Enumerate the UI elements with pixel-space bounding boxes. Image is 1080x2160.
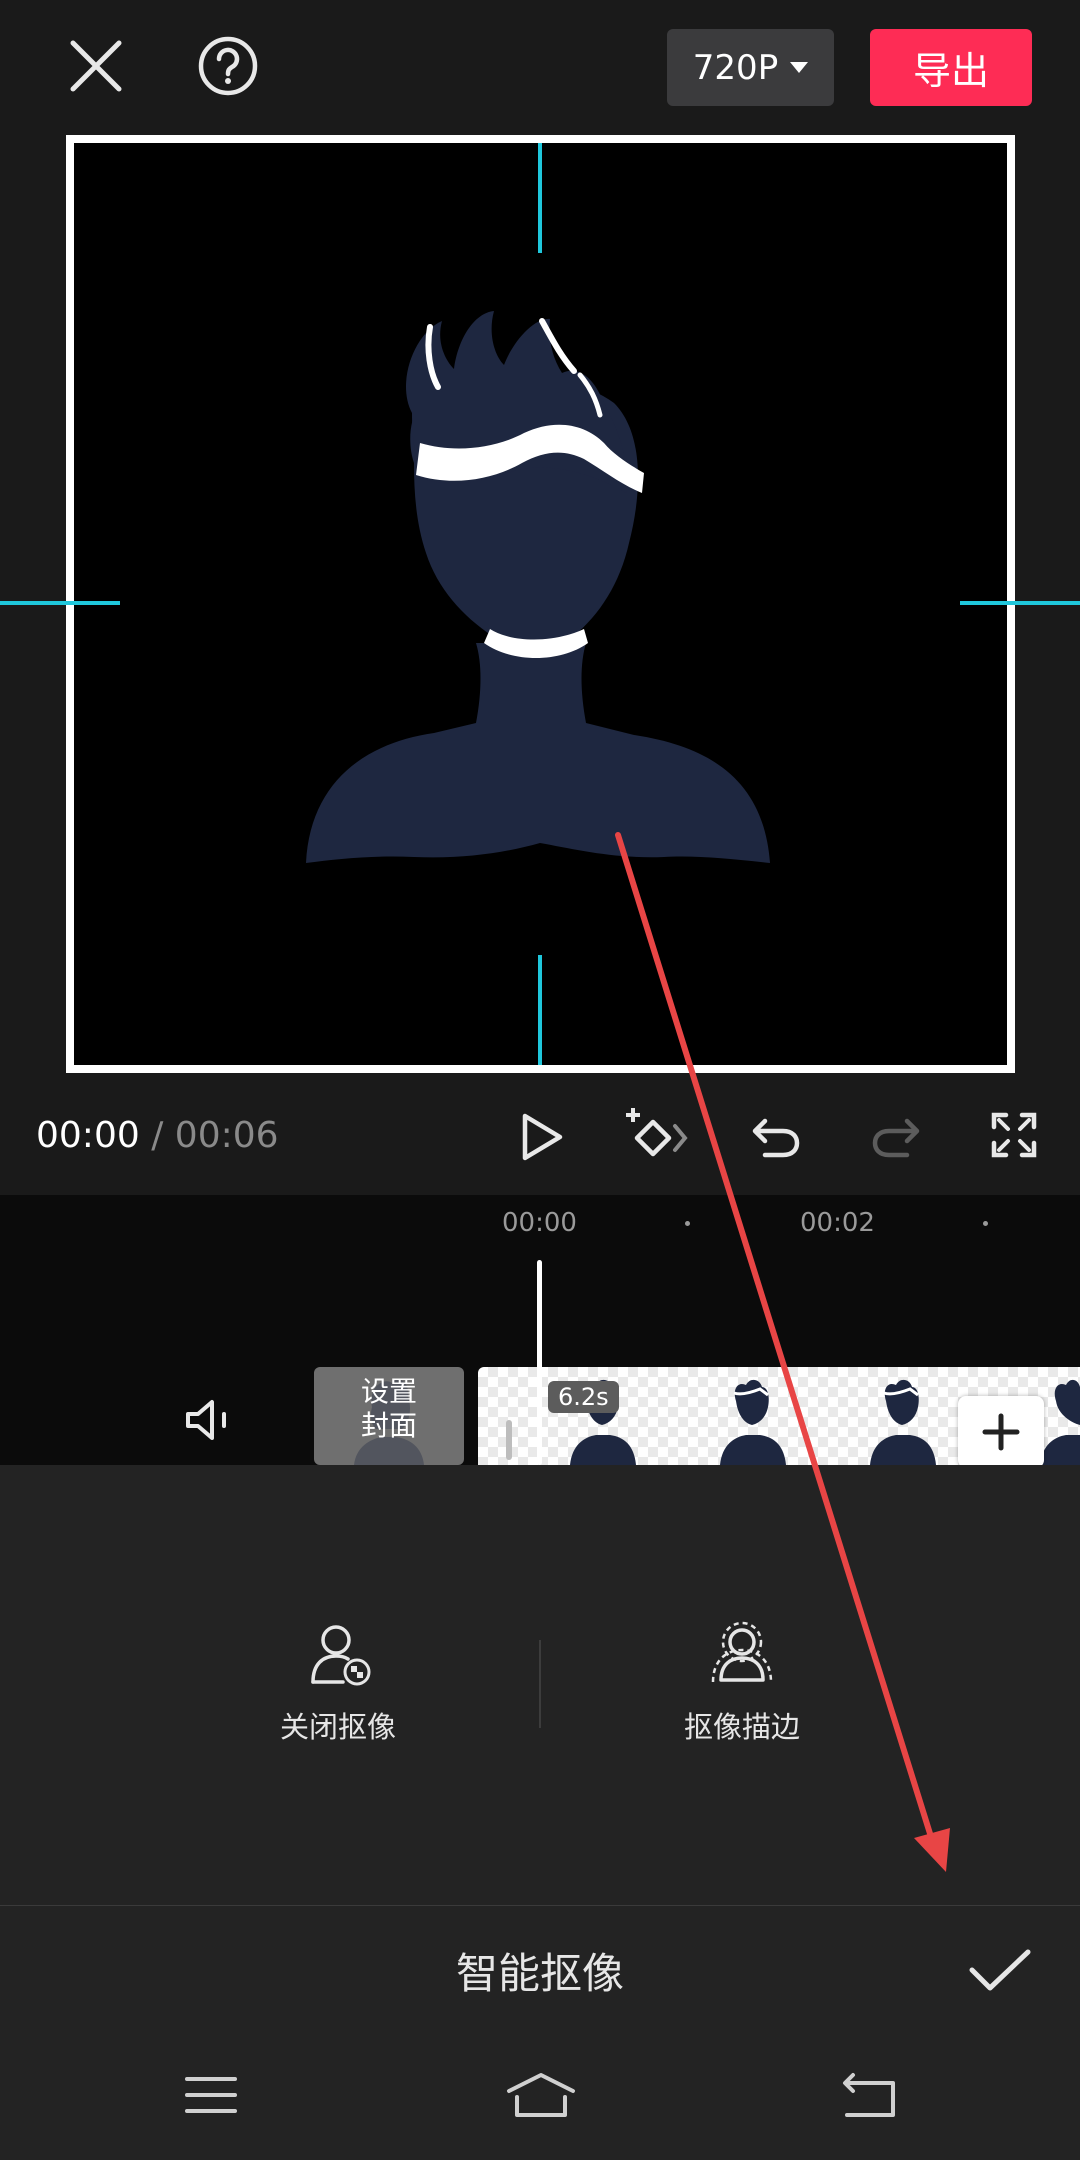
set-cover-button[interactable]: 设置 封面 [314, 1367, 464, 1465]
cutout-stroke-button[interactable]: 抠像描边 [642, 1620, 842, 1746]
close-icon [70, 40, 122, 92]
clip-thumbnail-frame [870, 1379, 936, 1465]
playhead[interactable] [537, 1260, 542, 1465]
video-canvas[interactable] [66, 135, 1015, 1073]
speaker-icon [186, 1400, 226, 1440]
home-icon [507, 2073, 575, 2117]
close-cutout-button[interactable]: 关闭抠像 [238, 1620, 438, 1746]
resolution-value: 720P [692, 47, 779, 88]
help-icon [198, 36, 258, 96]
menu-icon [185, 2077, 237, 2113]
mute-audio-button[interactable] [176, 1392, 240, 1448]
fullscreen-icon [991, 1112, 1037, 1158]
person-outline-icon [711, 1621, 773, 1683]
add-keyframe-button[interactable] [622, 1100, 694, 1172]
close-cutout-label: 关闭抠像 [279, 1710, 396, 1744]
checkmark-icon [969, 1949, 1031, 1991]
time-display: 00:00 / 00:06 [36, 1115, 279, 1156]
clip-thumbnail-frame [720, 1379, 786, 1465]
chevron-down-icon [790, 62, 809, 73]
clip-trim-handle[interactable] [506, 1420, 512, 1460]
back-icon [843, 2073, 895, 2117]
ruler-tick [685, 1221, 690, 1226]
nav-back-button[interactable] [814, 2060, 924, 2130]
undo-button[interactable] [744, 1105, 808, 1169]
ruler-label-1: 00:02 [800, 1208, 875, 1238]
current-time: 00:00 [36, 1115, 140, 1156]
fullscreen-button[interactable] [982, 1103, 1046, 1167]
guide-line-right [960, 601, 1080, 605]
person-off-icon [311, 1625, 371, 1686]
redo-icon [872, 1118, 920, 1158]
cover-label: 设置 封面 [314, 1375, 464, 1443]
confirm-button[interactable] [960, 1930, 1040, 2010]
play-icon [522, 1113, 563, 1161]
nav-home-button[interactable] [486, 2060, 596, 2130]
guide-line-left [0, 601, 120, 605]
resolution-selector[interactable]: 720P [667, 29, 834, 106]
cover-label-line2: 封面 [360, 1409, 417, 1442]
plus-icon [982, 1413, 1020, 1451]
guide-line-bottom [538, 955, 542, 1065]
sheet-title: 智能抠像 [455, 1949, 624, 1998]
add-clip-button[interactable] [958, 1396, 1044, 1468]
guide-line-top [538, 143, 542, 253]
redo-button[interactable] [864, 1105, 928, 1169]
clip-duration-badge: 6.2s [548, 1381, 619, 1413]
play-button[interactable] [510, 1105, 574, 1169]
ruler-tick [983, 1221, 988, 1226]
time-separator: / [151, 1115, 164, 1156]
total-time: 00:06 [174, 1115, 279, 1156]
undo-icon [752, 1118, 800, 1158]
ruler-label-0: 00:00 [502, 1208, 577, 1238]
cutout-stroke-label: 抠像描边 [683, 1710, 800, 1744]
tool-divider [539, 1640, 541, 1728]
nav-menu-button[interactable] [156, 2060, 266, 2130]
export-button[interactable]: 导出 [870, 29, 1032, 106]
keyframe-icon [626, 1108, 688, 1157]
close-button[interactable] [58, 28, 134, 104]
cover-label-line1: 设置 [360, 1375, 417, 1408]
help-button[interactable] [190, 28, 266, 104]
clip-thumbnail-frame [1040, 1379, 1080, 1465]
portrait-cutout-image [306, 311, 770, 863]
